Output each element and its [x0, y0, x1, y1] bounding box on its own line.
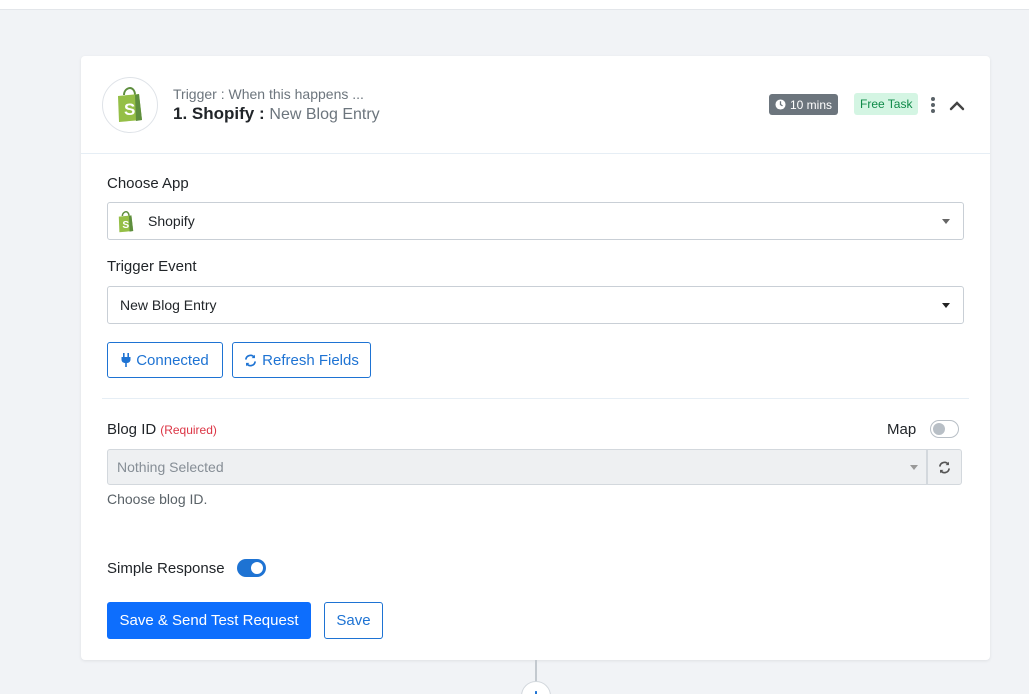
- trigger-subtitle: Trigger : When this happens ...: [173, 86, 364, 102]
- choose-app-select[interactable]: S Shopify: [107, 202, 964, 240]
- caret-down-icon: [942, 219, 950, 224]
- trigger-event-label: Trigger Event: [107, 258, 197, 275]
- step-number: 1.: [173, 104, 188, 123]
- caret-down-icon: [942, 303, 950, 308]
- plus-icon: +: [531, 687, 542, 694]
- step-header[interactable]: S Trigger : When this happens ... 1. Sho…: [81, 56, 990, 154]
- choose-app-value: Shopify: [148, 213, 195, 229]
- save-button[interactable]: Save: [324, 602, 383, 639]
- trigger-event-value: New Blog Entry: [120, 297, 217, 313]
- save-and-send-test-button[interactable]: Save & Send Test Request: [107, 602, 311, 639]
- connected-label: Connected: [136, 351, 209, 369]
- simple-response-toggle[interactable]: [237, 559, 266, 577]
- connected-button[interactable]: Connected: [107, 342, 223, 378]
- chevron-up-icon[interactable]: [947, 96, 967, 114]
- plug-icon: [121, 353, 131, 367]
- title-separator: :: [259, 104, 265, 123]
- refresh-icon: [939, 461, 950, 473]
- section-divider: [102, 398, 969, 399]
- kebab-menu-icon[interactable]: [927, 94, 939, 116]
- blog-id-placeholder: Nothing Selected: [117, 459, 224, 475]
- top-bar: [0, 0, 1029, 10]
- time-badge-label: 10 mins: [790, 97, 833, 112]
- time-badge: 10 mins: [769, 94, 839, 115]
- choose-app-label: Choose App: [107, 175, 189, 192]
- refresh-fields-label: Refresh Fields: [262, 351, 359, 369]
- blog-id-label: Blog ID (Required): [107, 421, 217, 438]
- blog-id-refresh-button[interactable]: [927, 449, 962, 485]
- shopify-app-icon: S: [118, 211, 134, 233]
- step-app-name: Shopify: [191, 104, 255, 123]
- map-toggle[interactable]: [930, 420, 959, 438]
- step-event-name: New Blog Entry: [269, 106, 380, 123]
- refresh-fields-button[interactable]: Refresh Fields: [232, 342, 371, 378]
- map-label: Map: [887, 421, 917, 438]
- step-title: 1. Shopify : New Blog Entry: [173, 104, 380, 124]
- add-step-button[interactable]: +: [521, 681, 551, 694]
- caret-down-icon: [910, 465, 918, 470]
- trigger-event-select[interactable]: New Blog Entry: [107, 286, 964, 324]
- clock-icon: [775, 99, 786, 110]
- svg-text:S: S: [124, 100, 135, 119]
- blog-id-help-text: Choose blog ID.: [107, 491, 208, 507]
- blog-id-select[interactable]: Nothing Selected: [107, 449, 927, 485]
- simple-response-label: Simple Response: [107, 560, 225, 577]
- trigger-step-card: S Trigger : When this happens ... 1. Sho…: [81, 56, 990, 660]
- blog-id-label-text: Blog ID: [107, 421, 157, 438]
- free-task-badge: Free Task: [854, 93, 919, 115]
- refresh-icon: [245, 354, 257, 366]
- required-indicator: (Required): [160, 423, 217, 437]
- svg-text:S: S: [122, 220, 129, 231]
- shopify-logo: S: [102, 77, 158, 133]
